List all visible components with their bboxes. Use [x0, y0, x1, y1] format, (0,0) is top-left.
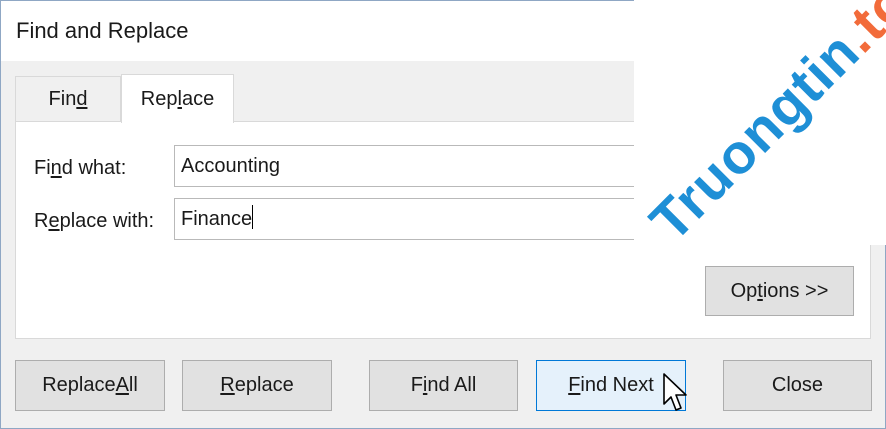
replace-all-button[interactable]: Replace All	[15, 360, 165, 411]
options-button[interactable]: Op t ions >>	[705, 266, 854, 316]
mouse-pointer-icon	[663, 373, 687, 411]
replace-button[interactable]: Replace	[182, 360, 332, 411]
tab-find-label: Find	[48, 88, 88, 110]
close-button[interactable]: Close	[723, 360, 872, 411]
tab-replace[interactable]: Replace	[121, 74, 234, 123]
find-what-input[interactable]: Accounting	[174, 145, 644, 187]
find-all-button[interactable]: Fi nd All	[369, 360, 518, 411]
replace-with-label: Replace with:	[34, 210, 155, 232]
watermark-logo: Truongtin.top	[634, 0, 886, 245]
tab-replace-label: Replace	[140, 87, 215, 110]
text-caret	[252, 205, 254, 229]
dialog-title: Find and Replace	[16, 18, 189, 43]
watermark-text: Truongtin.top	[637, 0, 886, 245]
replace-with-input[interactable]: Finance	[174, 198, 644, 240]
find-what-label: Find what:	[34, 157, 127, 179]
tab-find[interactable]: Find	[15, 76, 121, 122]
